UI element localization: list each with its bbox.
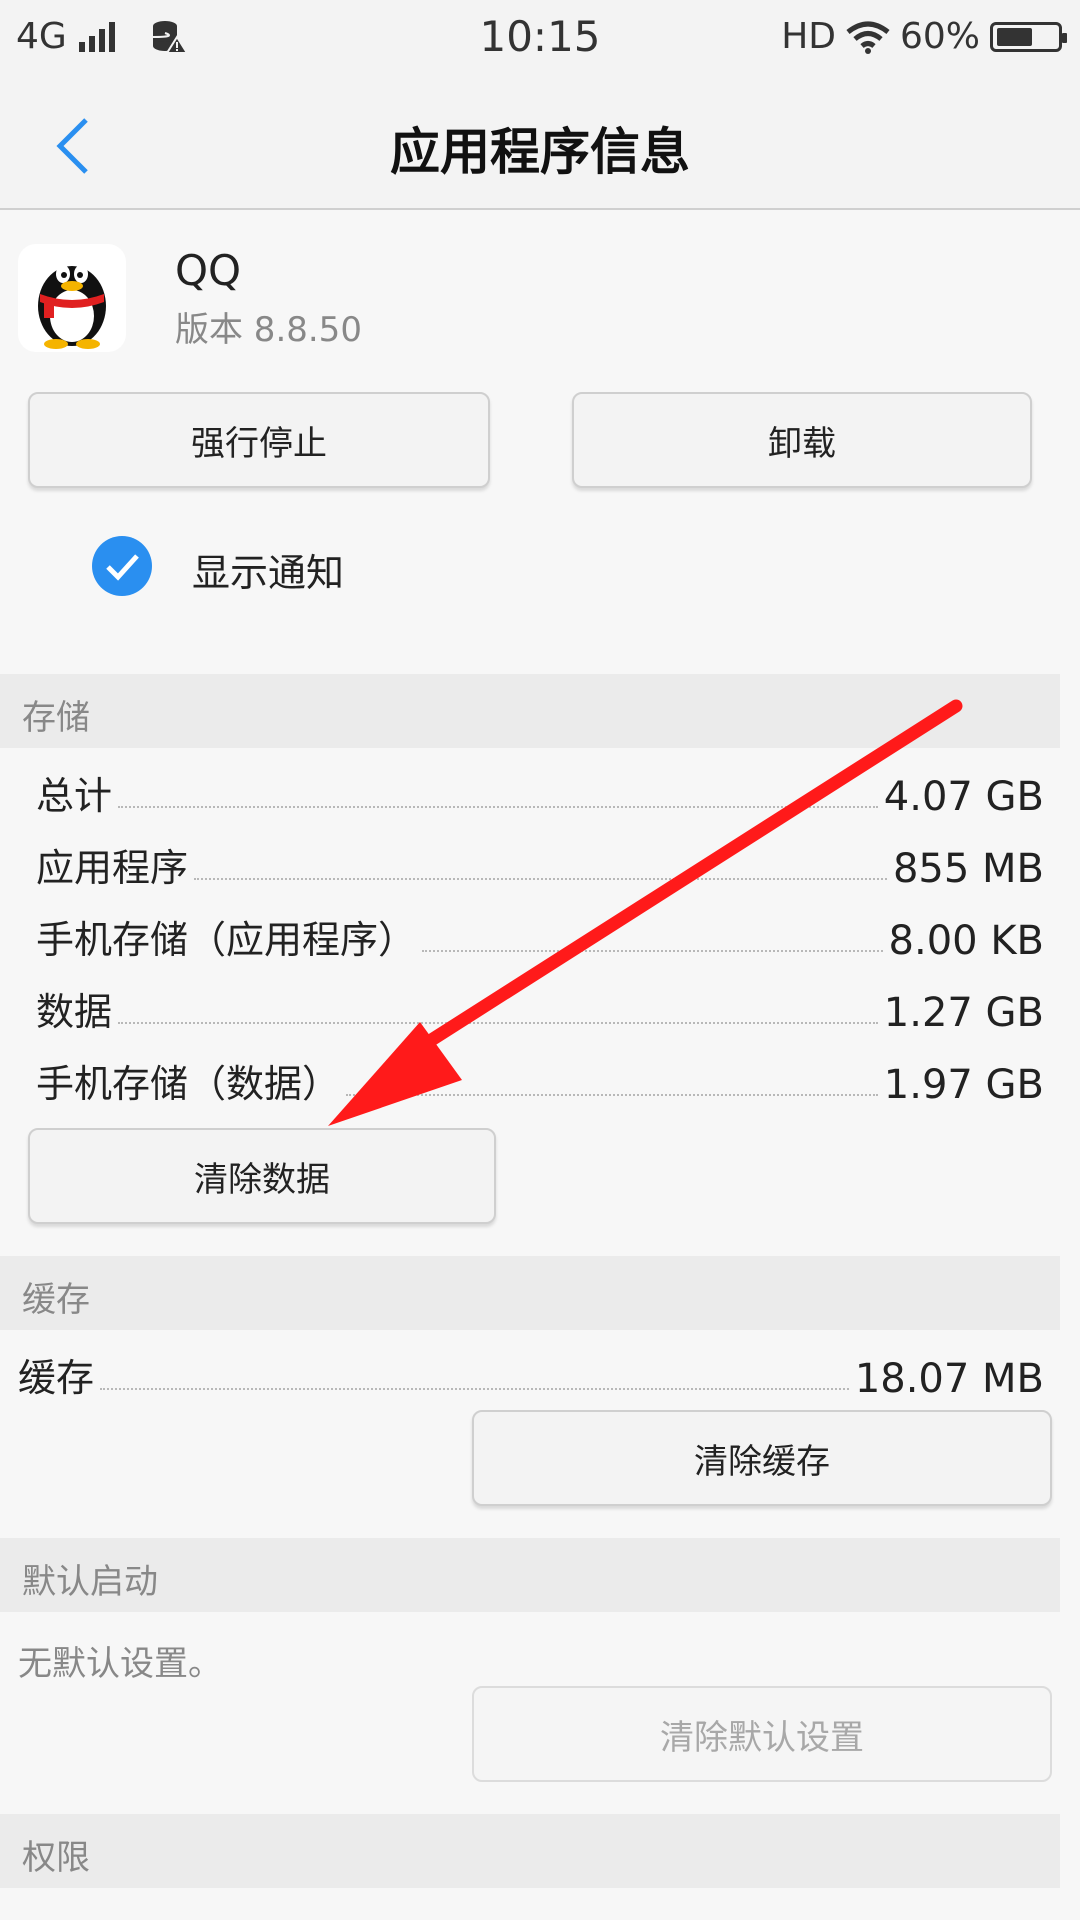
annotation-arrow-icon	[328, 699, 963, 1126]
